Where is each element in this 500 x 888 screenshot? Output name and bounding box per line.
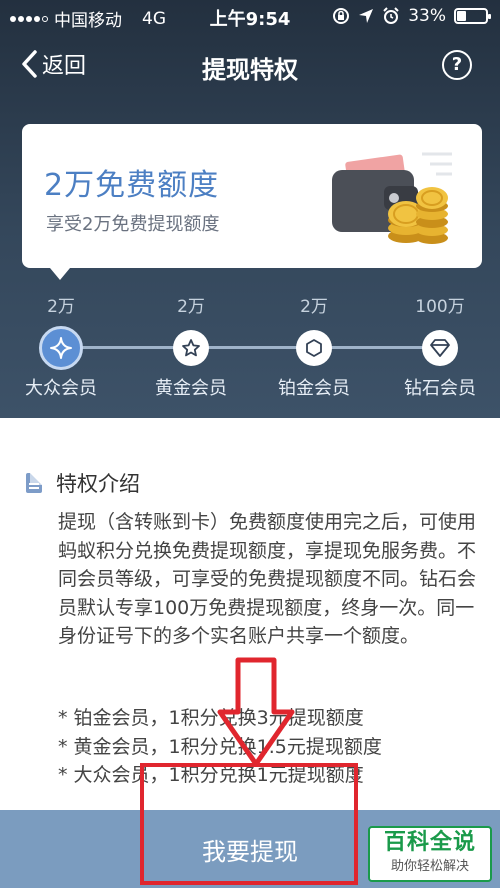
quota-title: 2万免费额度	[44, 168, 220, 203]
hexagon-icon	[306, 339, 322, 357]
star-icon	[182, 339, 200, 357]
level-amount: 2万	[47, 297, 75, 317]
nav-bar: 返回 提现特权 ?	[0, 44, 500, 88]
privilege-header: 特权介绍	[26, 468, 140, 498]
level-name: 钻石会员	[404, 378, 476, 399]
level-name: 铂金会员	[278, 378, 350, 399]
back-button[interactable]: 返回	[20, 48, 86, 80]
diamond-icon	[430, 339, 450, 357]
status-right: 33%	[332, 6, 491, 26]
help-button[interactable]: ?	[442, 50, 472, 80]
battery-icon	[454, 8, 491, 24]
level-item-public[interactable]: 2万 大众会员	[11, 292, 111, 400]
sparkle-icon	[50, 337, 72, 359]
levels-track	[61, 346, 440, 349]
bullet-item: * 黄金会员，1积分兑换1.5元提现额度	[58, 735, 382, 758]
privilege-section: 特权介绍 提现（含转账到卡）免费额度使用完之后，可使用蚂蚁积分兑换免费提现额度，…	[0, 418, 500, 810]
level-amount: 2万	[300, 297, 328, 317]
location-icon	[359, 9, 374, 23]
level-name: 黄金会员	[155, 378, 227, 399]
bottom-bar: 我要提现	[0, 810, 500, 888]
privilege-title: 特权介绍	[56, 472, 140, 496]
level-amount: 100万	[415, 297, 465, 317]
battery-fill	[457, 11, 466, 21]
level-name: 大众会员	[25, 378, 97, 399]
privilege-bullets: * 铂金会员，1积分兑换3元提现额度 * 黄金会员，1积分兑换1.5元提现额度 …	[58, 704, 488, 790]
status-left: 中国移动 4G	[10, 6, 166, 31]
bullet-item: * 铂金会员，1积分兑换3元提现额度	[58, 707, 364, 729]
level-item-platinum[interactable]: 2万 铂金会员	[264, 292, 364, 400]
header-area: 中国移动 4G 上午9:54 33% 返回 提现特权 ? 2万免费额度 享受2万…	[0, 0, 500, 418]
battery-percent: 33%	[408, 6, 446, 26]
quota-card: 2万免费额度 享受2万免费提现额度	[22, 124, 482, 280]
withdraw-button[interactable]: 我要提现	[0, 810, 500, 888]
bullet-item: * 大众会员，1积分兑换1元提现额度	[58, 764, 364, 786]
network-label: 4G	[142, 8, 166, 29]
membership-levels: 2万 大众会员 2万 黄金会员 2万 铂金会员 100万 钻石会员	[0, 292, 500, 402]
back-label: 返回	[42, 54, 87, 79]
chevron-left-icon	[22, 50, 37, 78]
alarm-icon	[383, 7, 399, 24]
level-node-active	[39, 326, 83, 370]
level-node	[296, 330, 332, 366]
level-item-diamond[interactable]: 100万 钻石会员	[390, 292, 490, 400]
level-amount: 2万	[177, 297, 205, 317]
orientation-lock-icon	[333, 8, 350, 24]
wallet-coins-icon	[332, 152, 452, 244]
signal-icon	[10, 15, 48, 22]
status-bar: 中国移动 4G 上午9:54 33%	[0, 0, 500, 34]
level-node	[173, 330, 209, 366]
quota-subtitle: 享受2万免费提现额度	[46, 214, 220, 235]
level-item-gold[interactable]: 2万 黄金会员	[141, 292, 241, 400]
level-node	[422, 330, 458, 366]
privilege-description: 提现（含转账到卡）免费额度使用完之后，可使用蚂蚁积分兑换免费提现额度，享提现免服…	[58, 511, 477, 647]
carrier-label: 中国移动	[54, 11, 122, 31]
document-icon	[26, 473, 42, 493]
